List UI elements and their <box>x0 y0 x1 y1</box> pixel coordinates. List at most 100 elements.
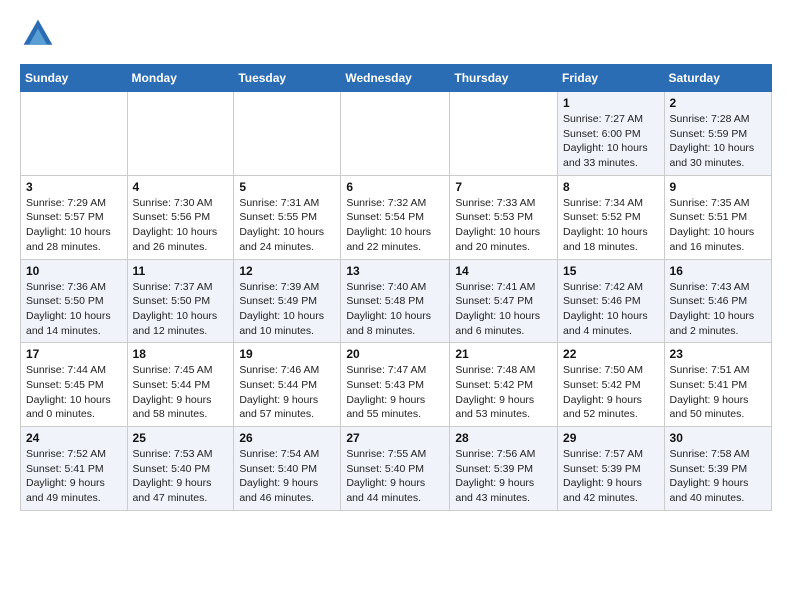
calendar-cell <box>234 92 341 176</box>
day-number: 28 <box>455 431 552 445</box>
calendar-cell: 20Sunrise: 7:47 AMSunset: 5:43 PMDayligh… <box>341 343 450 427</box>
calendar-cell: 10 Sunrise: 7:36 AMSunset: 5:50 PMDayligh… <box>21 259 128 343</box>
day-number: 5 <box>239 180 335 194</box>
day-info: Sunrise: 7:31 AMSunset: 5:55 PMDaylight:… <box>239 196 335 255</box>
day-number: 2 <box>670 96 766 110</box>
day-info: Sunrise: 7:50 AMSunset: 5:42 PMDaylight:… <box>563 363 659 422</box>
day-number: 11 <box>133 264 229 278</box>
calendar-cell: 12Sunrise: 7:39 AMSunset: 5:49 PMDayligh… <box>234 259 341 343</box>
day-number: 18 <box>133 347 229 361</box>
week-row-5: 24 Sunrise: 7:52 AMSunset: 5:41 PMDayligh… <box>21 427 772 511</box>
day-info: Sunrise: 7:30 AMSunset: 5:56 PMDaylight:… <box>133 196 229 255</box>
day-info: Sunrise: 7:28 AMSunset: 5:59 PMDaylight:… <box>670 112 766 171</box>
day-info: Sunrise: 7:41 AMSunset: 5:47 PMDaylight:… <box>455 280 552 339</box>
calendar-cell: 16 Sunrise: 7:43 AMSunset: 5:46 PMDayligh… <box>664 259 771 343</box>
calendar-cell: 27 Sunrise: 7:55 AMSunset: 5:40 PMDayligh… <box>341 427 450 511</box>
calendar-cell: 4 Sunrise: 7:30 AMSunset: 5:56 PMDaylight… <box>127 175 234 259</box>
calendar-cell: 7 Sunrise: 7:33 AMSunset: 5:53 PMDaylight… <box>450 175 558 259</box>
calendar-cell: 11Sunrise: 7:37 AMSunset: 5:50 PMDayligh… <box>127 259 234 343</box>
calendar-cell: 17 Sunrise: 7:44 AMSunset: 5:45 PMDayligh… <box>21 343 128 427</box>
week-row-4: 17 Sunrise: 7:44 AMSunset: 5:45 PMDayligh… <box>21 343 772 427</box>
weekday-monday: Monday <box>127 65 234 92</box>
calendar-cell: 18 Sunrise: 7:45 AMSunset: 5:44 PMDayligh… <box>127 343 234 427</box>
calendar-cell: 22 Sunrise: 7:50 AMSunset: 5:42 PMDayligh… <box>558 343 665 427</box>
day-number: 9 <box>670 180 766 194</box>
calendar-cell: 15Sunrise: 7:42 AMSunset: 5:46 PMDayligh… <box>558 259 665 343</box>
day-info: Sunrise: 7:51 AMSunset: 5:41 PMDaylight:… <box>670 363 766 422</box>
week-row-3: 10 Sunrise: 7:36 AMSunset: 5:50 PMDayligh… <box>21 259 772 343</box>
day-info: Sunrise: 7:55 AMSunset: 5:40 PMDaylight:… <box>346 447 444 506</box>
weekday-thursday: Thursday <box>450 65 558 92</box>
day-info: Sunrise: 7:45 AMSunset: 5:44 PMDaylight:… <box>133 363 229 422</box>
day-number: 17 <box>26 347 122 361</box>
day-number: 15 <box>563 264 659 278</box>
calendar-cell: 6 Sunrise: 7:32 AMSunset: 5:54 PMDaylight… <box>341 175 450 259</box>
day-info: Sunrise: 7:48 AMSunset: 5:42 PMDaylight:… <box>455 363 552 422</box>
calendar-cell: 5 Sunrise: 7:31 AMSunset: 5:55 PMDaylight… <box>234 175 341 259</box>
calendar-cell: 13 Sunrise: 7:40 AMSunset: 5:48 PMDayligh… <box>341 259 450 343</box>
day-number: 1 <box>563 96 659 110</box>
calendar-cell: 19 Sunrise: 7:46 AMSunset: 5:44 PMDayligh… <box>234 343 341 427</box>
day-info: Sunrise: 7:40 AMSunset: 5:48 PMDaylight:… <box>346 280 444 339</box>
calendar-header: SundayMondayTuesdayWednesdayThursdayFrid… <box>21 65 772 92</box>
day-info: Sunrise: 7:46 AMSunset: 5:44 PMDaylight:… <box>239 363 335 422</box>
day-number: 30 <box>670 431 766 445</box>
day-number: 20 <box>346 347 444 361</box>
calendar-cell: 8 Sunrise: 7:34 AMSunset: 5:52 PMDaylight… <box>558 175 665 259</box>
calendar-cell <box>341 92 450 176</box>
day-info: Sunrise: 7:44 AMSunset: 5:45 PMDaylight:… <box>26 363 122 422</box>
day-number: 8 <box>563 180 659 194</box>
calendar-cell: 26 Sunrise: 7:54 AMSunset: 5:40 PMDayligh… <box>234 427 341 511</box>
day-info: Sunrise: 7:36 AMSunset: 5:50 PMDaylight:… <box>26 280 122 339</box>
calendar-cell: 29 Sunrise: 7:57 AMSunset: 5:39 PMDayligh… <box>558 427 665 511</box>
day-number: 22 <box>563 347 659 361</box>
day-number: 29 <box>563 431 659 445</box>
day-number: 6 <box>346 180 444 194</box>
day-info: Sunrise: 7:32 AMSunset: 5:54 PMDaylight:… <box>346 196 444 255</box>
day-info: Sunrise: 7:33 AMSunset: 5:53 PMDaylight:… <box>455 196 552 255</box>
day-info: Sunrise: 7:27 AMSunset: 6:00 PMDaylight:… <box>563 112 659 171</box>
day-number: 13 <box>346 264 444 278</box>
day-info: Sunrise: 7:34 AMSunset: 5:52 PMDaylight:… <box>563 196 659 255</box>
calendar-cell: 25Sunrise: 7:53 AMSunset: 5:40 PMDayligh… <box>127 427 234 511</box>
day-number: 7 <box>455 180 552 194</box>
page: SundayMondayTuesdayWednesdayThursdayFrid… <box>0 0 792 527</box>
day-info: Sunrise: 7:43 AMSunset: 5:46 PMDaylight:… <box>670 280 766 339</box>
day-number: 12 <box>239 264 335 278</box>
weekday-header-row: SundayMondayTuesdayWednesdayThursdayFrid… <box>21 65 772 92</box>
day-info: Sunrise: 7:57 AMSunset: 5:39 PMDaylight:… <box>563 447 659 506</box>
calendar-cell: 3Sunrise: 7:29 AMSunset: 5:57 PMDaylight… <box>21 175 128 259</box>
day-number: 27 <box>346 431 444 445</box>
week-row-1: 1 Sunrise: 7:27 AMSunset: 6:00 PMDaylight… <box>21 92 772 176</box>
day-info: Sunrise: 7:52 AMSunset: 5:41 PMDaylight:… <box>26 447 122 506</box>
calendar-cell: 24 Sunrise: 7:52 AMSunset: 5:41 PMDayligh… <box>21 427 128 511</box>
day-info: Sunrise: 7:56 AMSunset: 5:39 PMDaylight:… <box>455 447 552 506</box>
day-number: 3 <box>26 180 122 194</box>
day-number: 19 <box>239 347 335 361</box>
weekday-tuesday: Tuesday <box>234 65 341 92</box>
calendar-body: 1 Sunrise: 7:27 AMSunset: 6:00 PMDaylight… <box>21 92 772 511</box>
calendar-cell: 2 Sunrise: 7:28 AMSunset: 5:59 PMDaylight… <box>664 92 771 176</box>
weekday-wednesday: Wednesday <box>341 65 450 92</box>
week-row-2: 3Sunrise: 7:29 AMSunset: 5:57 PMDaylight… <box>21 175 772 259</box>
day-number: 23 <box>670 347 766 361</box>
day-number: 21 <box>455 347 552 361</box>
calendar-cell <box>450 92 558 176</box>
calendar-cell <box>21 92 128 176</box>
weekday-saturday: Saturday <box>664 65 771 92</box>
calendar-cell: 1 Sunrise: 7:27 AMSunset: 6:00 PMDaylight… <box>558 92 665 176</box>
day-number: 10 <box>26 264 122 278</box>
day-number: 25 <box>133 431 229 445</box>
logo-icon <box>20 16 56 52</box>
day-info: Sunrise: 7:35 AMSunset: 5:51 PMDaylight:… <box>670 196 766 255</box>
weekday-friday: Friday <box>558 65 665 92</box>
day-number: 24 <box>26 431 122 445</box>
calendar-cell: 28 Sunrise: 7:56 AMSunset: 5:39 PMDayligh… <box>450 427 558 511</box>
day-number: 16 <box>670 264 766 278</box>
day-number: 4 <box>133 180 229 194</box>
day-number: 26 <box>239 431 335 445</box>
calendar: SundayMondayTuesdayWednesdayThursdayFrid… <box>20 64 772 511</box>
day-info: Sunrise: 7:54 AMSunset: 5:40 PMDaylight:… <box>239 447 335 506</box>
calendar-cell: 23 Sunrise: 7:51 AMSunset: 5:41 PMDayligh… <box>664 343 771 427</box>
calendar-cell: 21 Sunrise: 7:48 AMSunset: 5:42 PMDayligh… <box>450 343 558 427</box>
